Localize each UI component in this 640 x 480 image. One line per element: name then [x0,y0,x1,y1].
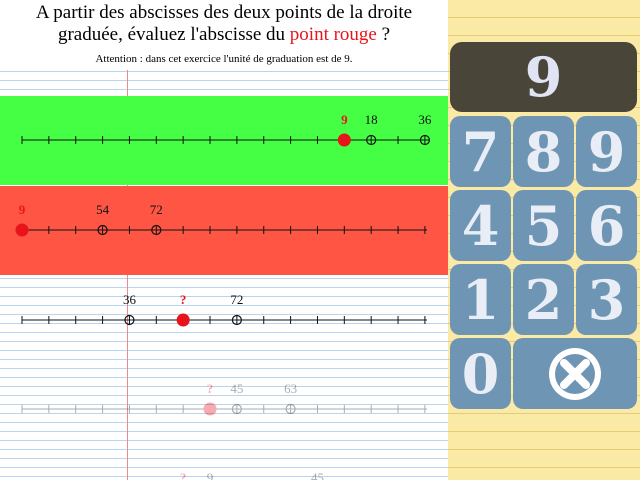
key-9[interactable]: 9 [576,116,637,187]
red-point-value: 9 [341,112,348,127]
red-point-value: 9 [19,202,26,217]
red-point-value: ? [180,292,187,307]
keypad-panel: 9 7 8 9 4 5 6 1 2 3 0 [448,0,640,480]
point-value-label: 18 [365,112,378,127]
red-point [337,133,351,147]
number-lines: 9 18 36 9 54 72 36? 72? 45 63? 9 45 [15,112,432,480]
key-7[interactable]: 7 [450,116,511,187]
red-point [203,402,217,416]
key-0[interactable]: 0 [450,338,511,409]
red-point-value: ? [180,470,187,480]
number-line-2: 9 54 72 [15,202,427,237]
key-5[interactable]: 5 [513,190,574,261]
point-value-label: 9 [207,470,214,480]
point-value-label: 72 [150,202,163,217]
number-line-5: ? 9 45 [180,470,324,480]
point-value-label: 36 [123,292,137,307]
red-point [176,313,190,327]
point-value-label: 45 [311,470,324,480]
erase-button[interactable] [513,338,637,409]
key-1[interactable]: 1 [450,264,511,335]
close-circle-icon [549,347,601,400]
point-value-label: 54 [96,202,110,217]
number-line-1: 9 18 36 [21,112,432,147]
exercise-area: A partir des abscisses des deux points d… [0,0,448,480]
key-4[interactable]: 4 [450,190,511,261]
red-point [15,223,29,237]
answer-display: 9 [450,42,637,112]
point-value-label: 72 [230,292,243,307]
number-line-4: ? 45 63 [21,381,427,416]
point-value-label: 63 [284,381,297,396]
point-value-label: 36 [418,112,432,127]
key-8[interactable]: 8 [513,116,574,187]
key-6[interactable]: 6 [576,190,637,261]
key-3[interactable]: 3 [576,264,637,335]
point-value-label: 45 [230,381,243,396]
key-2[interactable]: 2 [513,264,574,335]
red-point-value: ? [207,381,214,396]
number-line-3: 36? 72 [21,292,427,327]
answer-value: 9 [524,45,563,109]
